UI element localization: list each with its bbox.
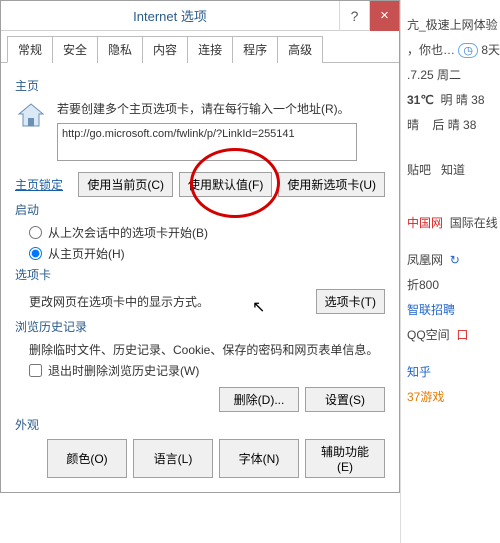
section-homepage: 主页 xyxy=(15,77,385,94)
homepage-lock-link[interactable]: 主页锁定 xyxy=(15,176,63,193)
section-appearance: 外观 xyxy=(15,416,385,433)
bg-link[interactable]: 37游戏 xyxy=(407,388,494,405)
close-button[interactable]: × xyxy=(369,1,399,31)
accessibility-button[interactable]: 辅助功能(E) xyxy=(305,439,385,478)
tab-content[interactable]: 内容 xyxy=(142,36,188,63)
dialog-title: Internet 选项 xyxy=(1,6,339,25)
tab-advanced[interactable]: 高级 xyxy=(277,36,323,63)
section-startup: 启动 xyxy=(15,201,385,218)
tab-programs[interactable]: 程序 xyxy=(232,36,278,63)
tab-connections[interactable]: 连接 xyxy=(187,36,233,63)
languages-button[interactable]: 语言(L) xyxy=(133,439,213,478)
section-history: 浏览历史记录 xyxy=(15,318,385,335)
bg-link[interactable]: 知乎 xyxy=(407,363,494,380)
bg-link[interactable]: 折800 xyxy=(407,276,494,293)
refresh-icon[interactable]: ↻ xyxy=(450,253,460,267)
tab-content-area: 主页 若要创建多个主页选项卡，请在每行输入一个地址(R)。 主页锁定 使用当前页… xyxy=(1,63,399,492)
tab-general[interactable]: 常规 xyxy=(7,36,53,63)
tab-security[interactable]: 安全 xyxy=(52,36,98,63)
use-default-button[interactable]: 使用默认值(F) xyxy=(179,172,272,197)
bg-link[interactable]: 贴吧 知道 xyxy=(407,161,494,178)
tab-privacy[interactable]: 隐私 xyxy=(97,36,143,63)
tabs-button[interactable]: 选项卡(T) xyxy=(316,289,385,314)
fonts-button[interactable]: 字体(N) xyxy=(219,439,299,478)
tab-strip: 常规 安全 隐私 内容 连接 程序 高级 xyxy=(1,35,399,63)
homepage-url-input[interactable] xyxy=(57,123,357,161)
bg-link[interactable]: QQ空间 口 xyxy=(407,326,494,343)
internet-options-dialog: Internet 选项 ? × 常规 安全 隐私 内容 连接 程序 高级 主页 … xyxy=(0,0,400,493)
settings-button[interactable]: 设置(S) xyxy=(305,387,385,412)
bg-link[interactable]: 凤凰网 ↻ xyxy=(407,251,494,268)
bg-text: 亢_极速上网体验 xyxy=(407,16,494,33)
homepage-desc: 若要创建多个主页选项卡，请在每行输入一个地址(R)。 xyxy=(57,100,385,117)
bg-weather: 晴 后 晴 38 xyxy=(407,116,494,133)
history-desc: 删除临时文件、历史记录、Cookie、保存的密码和网页表单信息。 xyxy=(29,341,385,358)
bg-text: ，你也… ◷ 8天掌 xyxy=(407,41,494,58)
clock-icon: ◷ xyxy=(458,43,478,58)
help-button[interactable]: ? xyxy=(339,1,369,31)
home-icon xyxy=(15,100,47,132)
delete-on-exit-checkbox[interactable]: 退出时删除浏览历史记录(W) xyxy=(29,362,385,379)
bg-date: .7.25 周二 xyxy=(407,66,494,83)
use-current-button[interactable]: 使用当前页(C) xyxy=(78,172,173,197)
titlebar: Internet 选项 ? × xyxy=(1,1,399,31)
background-browser-panel: 亢_极速上网体验 ，你也… ◷ 8天掌 .7.25 周二 31℃ 明 晴 38 … xyxy=(400,0,500,543)
section-tabs: 选项卡 xyxy=(15,266,385,283)
bg-link[interactable]: 中国网 国际在线 xyxy=(407,214,494,231)
bg-link[interactable]: 智联招聘 xyxy=(407,301,494,318)
tabs-desc: 更改网页在选项卡中的显示方式。 xyxy=(29,293,209,310)
startup-last-session-radio[interactable]: 从上次会话中的选项卡开始(B) xyxy=(29,224,385,241)
bg-weather: 31℃ 明 晴 38 xyxy=(407,91,494,108)
delete-button[interactable]: 删除(D)... xyxy=(219,387,299,412)
use-newtab-button[interactable]: 使用新选项卡(U) xyxy=(278,172,385,197)
startup-homepage-radio[interactable]: 从主页开始(H) xyxy=(29,245,385,262)
colors-button[interactable]: 颜色(O) xyxy=(47,439,127,478)
